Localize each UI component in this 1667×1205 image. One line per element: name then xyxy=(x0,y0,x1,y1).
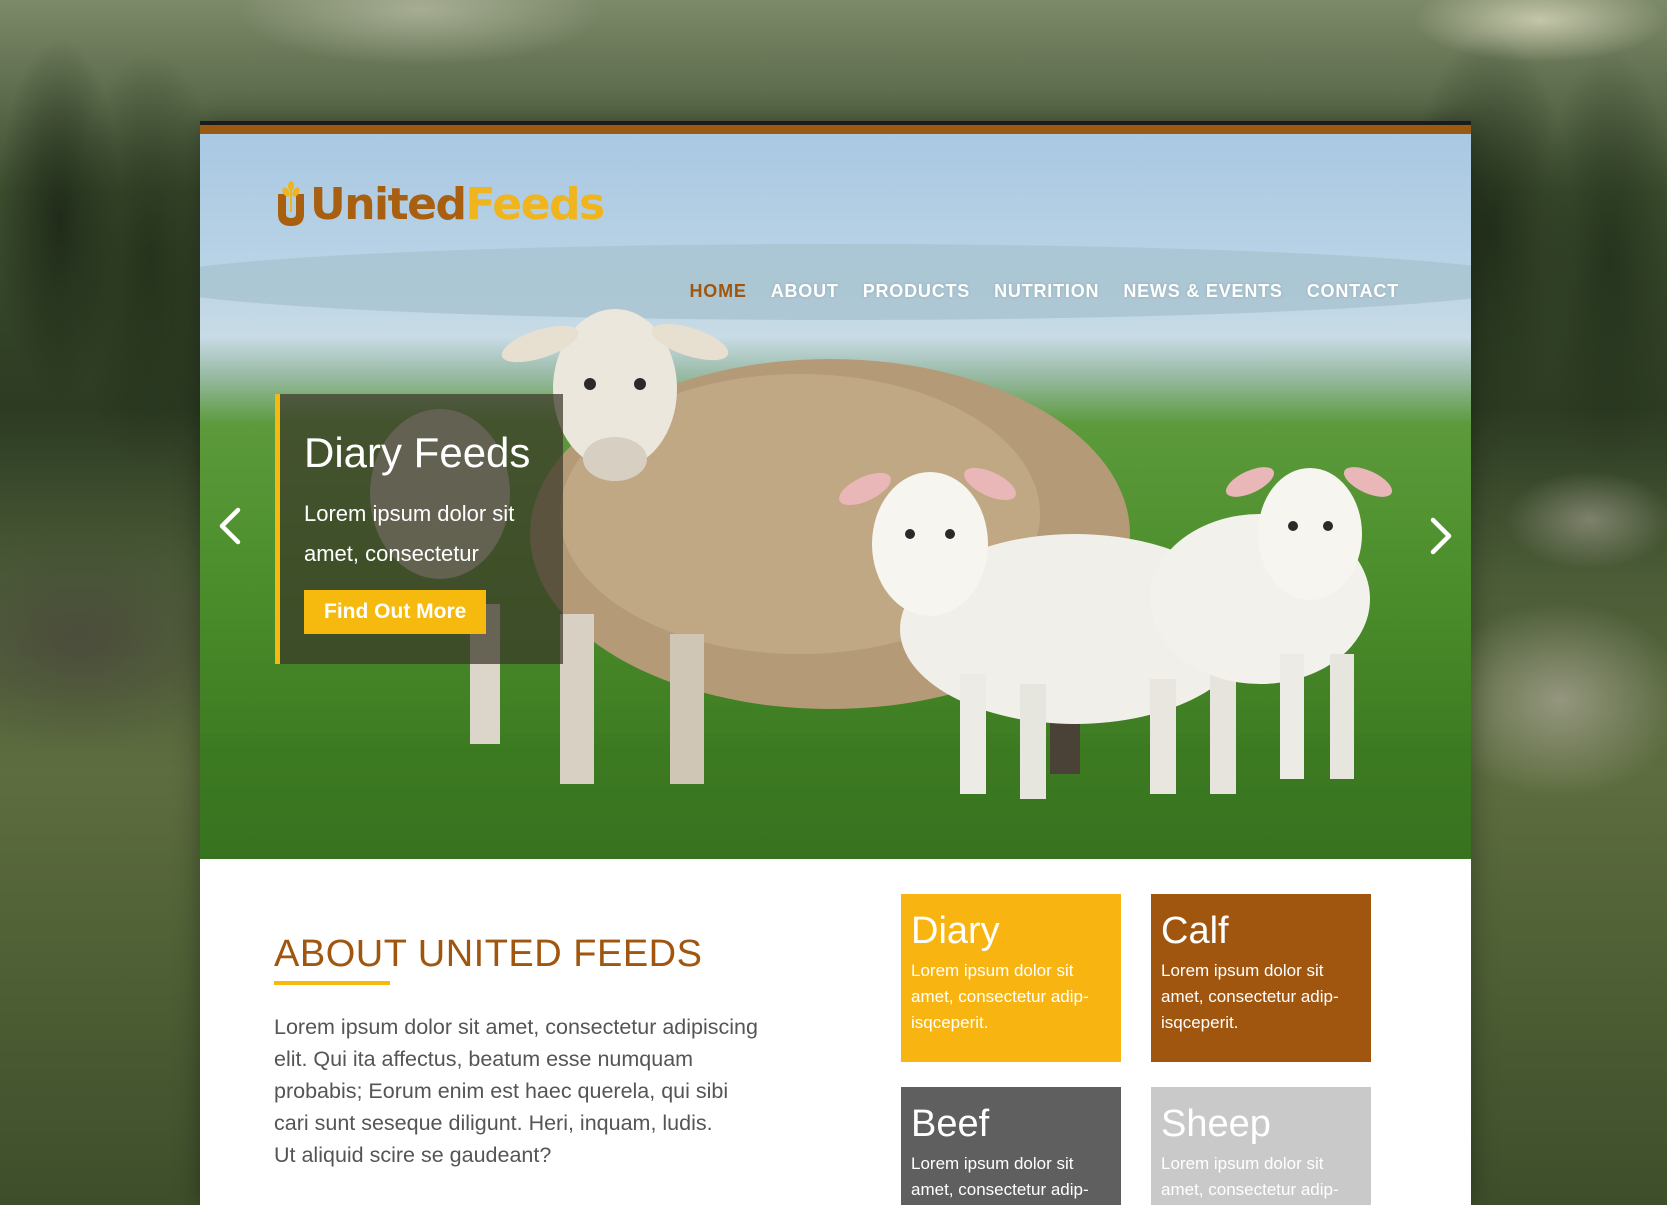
tile-title: Diary xyxy=(911,910,1000,952)
nav-news-events[interactable]: NEWS & EVENTS xyxy=(1123,281,1282,302)
nav-home[interactable]: HOME xyxy=(690,281,747,302)
about-line: Ut aliquid scire se gaudeant? xyxy=(274,1143,552,1167)
tile-text: Lorem ipsum dolor sit amet, consectetur … xyxy=(911,961,1089,1032)
website-mockup: United Feeds HOME ABOUT PRODUCTS NUTRITI… xyxy=(200,121,1471,1205)
nav-nutrition[interactable]: NUTRITION xyxy=(994,281,1099,302)
chevron-right-icon xyxy=(1430,517,1452,555)
nav-contact[interactable]: CONTACT xyxy=(1307,281,1399,302)
category-tile-calf[interactable]: Calf Lorem ipsum dolor sit amet, consect… xyxy=(1151,894,1371,1062)
category-tile-diary[interactable]: Diary Lorem ipsum dolor sit amet, consec… xyxy=(901,894,1121,1062)
nav-products[interactable]: PRODUCTS xyxy=(863,281,970,302)
hero-caption-text: Lorem ipsum dolor sit amet, consectetur xyxy=(304,501,515,566)
tile-title: Beef xyxy=(911,1103,990,1145)
nav-about[interactable]: ABOUT xyxy=(771,281,839,302)
about-heading-underline xyxy=(274,981,390,985)
tile-text: Lorem ipsum dolor sit amet, consectetur … xyxy=(1161,961,1339,1032)
chevron-left-icon xyxy=(219,507,241,545)
tile-text: Lorem ipsum dolor sit amet, consectetur … xyxy=(911,1154,1089,1199)
about-line: cari sunt seseque diligunt. Heri, inquam… xyxy=(274,1111,713,1135)
about-line: Lorem ipsum dolor sit amet, consectetur … xyxy=(274,1015,758,1039)
hero-caption-box: Diary Feeds Lorem ipsum dolor sit amet, … xyxy=(275,394,563,664)
about-line: probabis; Eorum enim est haec querela, q… xyxy=(274,1079,729,1103)
slider-next-button[interactable] xyxy=(1419,512,1459,560)
wheat-logo-icon xyxy=(278,181,304,226)
category-tile-sheep[interactable]: Sheep Lorem ipsum dolor sit amet, consec… xyxy=(1151,1087,1371,1205)
category-tile-beef[interactable]: Beef Lorem ipsum dolor sit amet, consect… xyxy=(901,1087,1121,1205)
hero-slider: United Feeds HOME ABOUT PRODUCTS NUTRITI… xyxy=(200,134,1471,859)
about-paragraph: Lorem ipsum dolor sit amet, consectetur … xyxy=(274,1011,814,1171)
brand-logo[interactable]: United Feeds xyxy=(274,176,606,232)
logo-text-feeds: Feeds xyxy=(465,178,606,230)
slider-prev-button[interactable] xyxy=(212,502,252,550)
main-nav: HOME ABOUT PRODUCTS NUTRITION NEWS & EVE… xyxy=(690,281,1400,302)
logo-text-united: United xyxy=(310,178,467,230)
about-heading: ABOUT UNITED FEEDS xyxy=(274,933,703,975)
about-line: elit. Qui ita affectus, beatum esse numq… xyxy=(274,1047,694,1071)
tile-text: Lorem ipsum dolor sit amet, consectetur … xyxy=(1161,1154,1339,1199)
hero-caption-title: Diary Feeds xyxy=(304,429,531,476)
tile-title: Calf xyxy=(1161,910,1229,952)
tile-title: Sheep xyxy=(1161,1103,1271,1145)
find-out-more-button[interactable]: Find Out More xyxy=(304,590,487,634)
top-accent-bar xyxy=(200,121,1471,134)
